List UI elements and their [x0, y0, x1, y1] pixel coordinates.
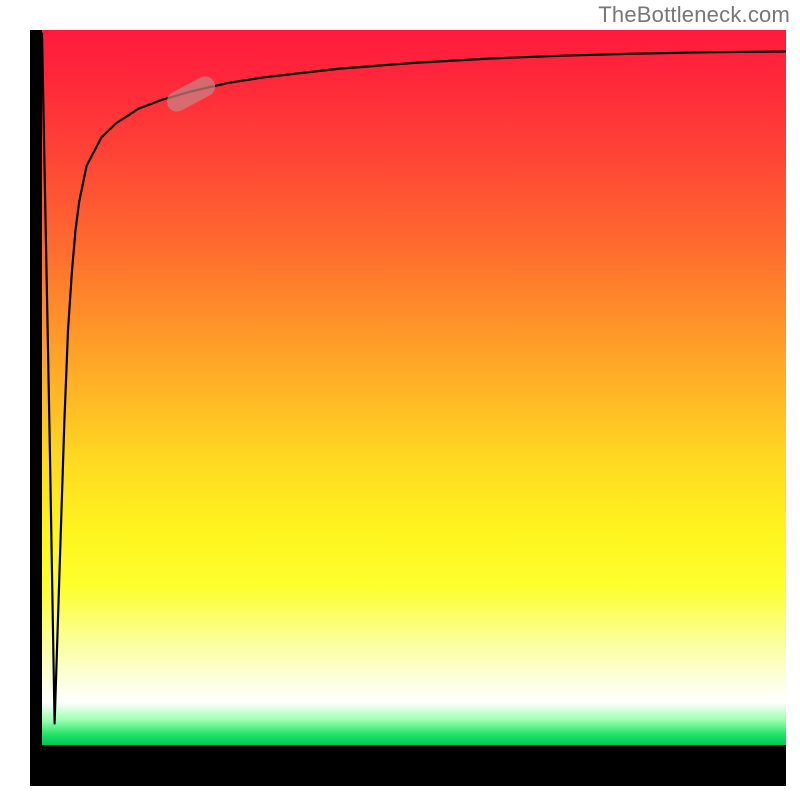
plot-frame — [30, 30, 786, 786]
chart-container: TheBottleneck.com — [0, 0, 800, 800]
watermark-label: TheBottleneck.com — [598, 2, 790, 28]
plot-area — [42, 30, 786, 745]
bottleneck-curve — [42, 30, 786, 745]
